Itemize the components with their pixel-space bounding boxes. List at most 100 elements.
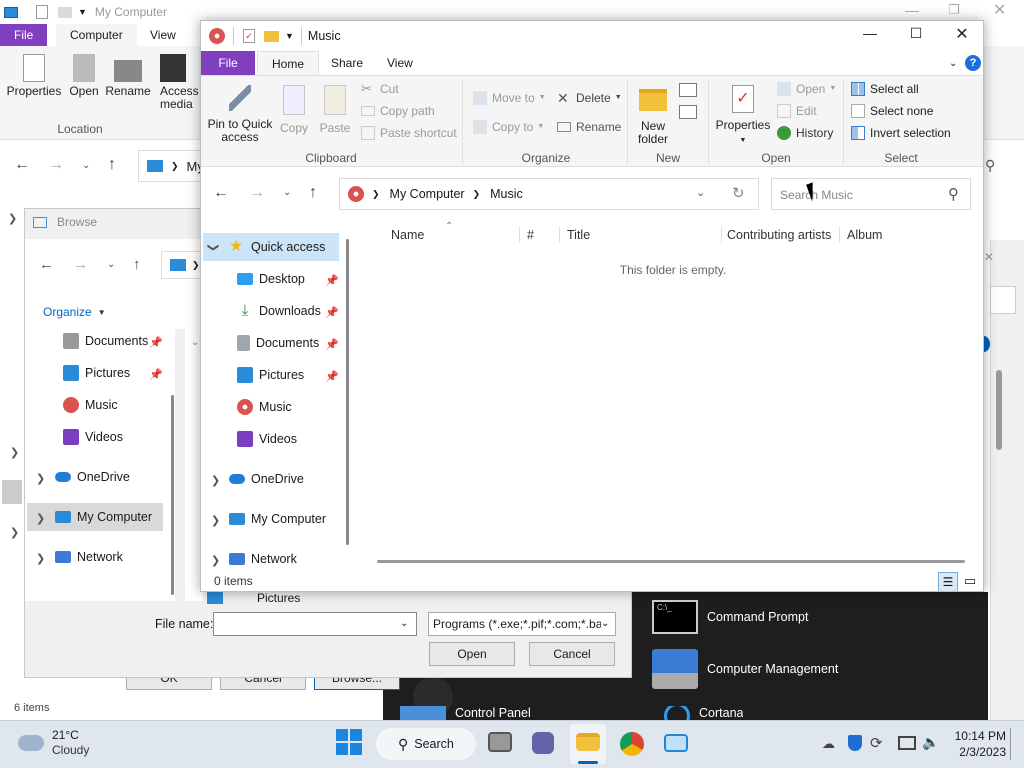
- column-title[interactable]: Title: [567, 221, 590, 249]
- minimize-icon[interactable]: —: [847, 25, 893, 41]
- recent-locations-icon[interactable]: ⌄: [283, 187, 291, 198]
- help-icon[interactable]: ?: [965, 55, 981, 71]
- browse-nav-network[interactable]: Network: [55, 542, 123, 572]
- up-icon[interactable]: ↑: [309, 184, 317, 202]
- task-view-icon[interactable]: [488, 732, 512, 752]
- chevron-down-icon[interactable]: ⌄: [601, 613, 615, 635]
- bg-minimize-icon[interactable]: —: [905, 2, 919, 18]
- browse-back-icon[interactable]: ←: [39, 256, 54, 273]
- history-button[interactable]: History: [777, 123, 833, 143]
- browse-open-button[interactable]: Open: [429, 642, 515, 666]
- file-type-select[interactable]: Programs (*.exe;*.pif;*.com;*.ba ⌄: [428, 612, 616, 636]
- bg-close-icon[interactable]: ✕: [993, 0, 1006, 20]
- bg-back-icon[interactable]: ←: [14, 156, 30, 174]
- bg-tab-computer[interactable]: Computer: [56, 24, 137, 46]
- app-icon[interactable]: [664, 734, 688, 752]
- bg-tab-file[interactable]: File: [0, 24, 48, 46]
- bg-open-button[interactable]: Open: [64, 54, 104, 98]
- bg-tab-view[interactable]: View: [136, 24, 190, 46]
- pin-to-quick-access-button[interactable]: Pin to Quick access: [205, 85, 275, 144]
- chrome-icon[interactable]: [620, 732, 644, 756]
- taskbar-search-button[interactable]: ⚲ Search: [376, 728, 476, 760]
- file-list[interactable]: ⌃ Name # Title Contributing artists Albu…: [357, 221, 977, 569]
- tab-home[interactable]: Home: [257, 51, 320, 76]
- clock-date[interactable]: 2/3/2023: [954, 744, 1006, 760]
- tab-view[interactable]: View: [373, 51, 427, 76]
- column-album[interactable]: Album: [847, 221, 882, 249]
- properties-icon[interactable]: ✓: [243, 29, 255, 43]
- browse-nav-onedrive[interactable]: OneDrive: [55, 462, 130, 492]
- nav-network[interactable]: Network: [229, 544, 297, 574]
- pin-icon[interactable]: 📌: [325, 274, 339, 287]
- tab-share[interactable]: Share: [317, 51, 377, 76]
- bg-recent-icon[interactable]: ⌄: [82, 160, 90, 171]
- cut-button[interactable]: ✂ Cut: [361, 79, 399, 99]
- expand-my-computer-icon[interactable]: ❯: [211, 514, 220, 527]
- customize-toolbar-icon[interactable]: ▼: [285, 31, 294, 41]
- new-folder-icon[interactable]: [264, 30, 279, 42]
- nav-pictures[interactable]: Pictures: [237, 360, 304, 390]
- pin-icon[interactable]: 📌: [325, 338, 339, 351]
- move-to-button[interactable]: Move to ▼: [473, 88, 546, 108]
- weather-widget[interactable]: 21°C Cloudy: [18, 728, 89, 758]
- browse-nav-pictures[interactable]: Pictures: [63, 358, 130, 388]
- refresh-icon[interactable]: ↻: [732, 184, 745, 202]
- copy-to-button[interactable]: Copy to ▼: [473, 117, 544, 137]
- open-button[interactable]: Open ▼: [777, 79, 836, 99]
- bg-restore-icon[interactable]: ❐: [948, 2, 960, 18]
- search-input[interactable]: Search Music ⚲: [771, 178, 971, 210]
- nav-downloads[interactable]: ⤓ Downloads: [237, 296, 321, 326]
- close-icon[interactable]: ✕: [939, 24, 983, 44]
- forward-icon[interactable]: →: [249, 184, 265, 202]
- start-item-cortana[interactable]: Cortana: [664, 706, 743, 720]
- sync-icon[interactable]: ⟳: [870, 734, 883, 752]
- nav-documents[interactable]: Documents: [237, 328, 319, 358]
- invert-selection-button[interactable]: Invert selection: [851, 123, 951, 143]
- nav-desktop[interactable]: Desktop: [237, 264, 305, 294]
- chevron-down-icon[interactable]: ⌄: [400, 618, 408, 629]
- column-contributing-artists[interactable]: Contributing artists: [727, 221, 831, 249]
- volume-icon[interactable]: 🔈: [922, 734, 939, 751]
- bg-up-icon[interactable]: ↑: [108, 156, 116, 174]
- start-item-control-panel[interactable]: Control Panel: [400, 706, 531, 720]
- nav-my-computer[interactable]: My Computer: [229, 504, 326, 534]
- expand-network-icon[interactable]: ❯: [211, 554, 220, 567]
- browse-recent-icon[interactable]: ⌄: [107, 259, 115, 270]
- horizontal-scrollbar[interactable]: [377, 560, 965, 563]
- browse-nav-documents[interactable]: Documents: [63, 326, 148, 356]
- select-none-button[interactable]: Select none: [851, 101, 933, 121]
- pin-icon[interactable]: 📌: [149, 368, 163, 381]
- display-icon[interactable]: [898, 736, 916, 750]
- new-folder-button[interactable]: New folder: [633, 85, 673, 146]
- teams-chat-icon[interactable]: [532, 732, 554, 754]
- properties-button[interactable]: ✓ Properties ▼: [715, 85, 771, 147]
- column-name[interactable]: Name: [391, 221, 424, 249]
- bg-access-media-button[interactable]: Access media: [160, 54, 200, 111]
- network-offline-icon[interactable]: ☁: [822, 736, 835, 752]
- browse-nav-videos[interactable]: Videos: [63, 422, 123, 452]
- browse-cancel-button[interactable]: Cancel: [529, 642, 615, 666]
- bg-search-icon[interactable]: ⚲: [985, 157, 995, 174]
- back-icon[interactable]: ←: [213, 184, 229, 202]
- breadcrumb-music[interactable]: Music: [490, 187, 523, 201]
- expand-quick-access-icon[interactable]: ❯: [207, 243, 220, 252]
- nav-onedrive[interactable]: OneDrive: [229, 464, 304, 494]
- breadcrumb-my-computer[interactable]: My Computer: [390, 187, 465, 201]
- maximize-icon[interactable]: ☐: [893, 25, 939, 42]
- column-number[interactable]: #: [527, 221, 534, 249]
- pin-icon[interactable]: 📌: [325, 306, 339, 319]
- bg-forward-icon[interactable]: →: [48, 156, 64, 174]
- collapse-ribbon-icon[interactable]: ⌄: [949, 58, 957, 69]
- bg-rename-button[interactable]: Rename: [104, 54, 152, 98]
- delete-button[interactable]: ✕ Delete ▼: [557, 88, 622, 108]
- copy-button[interactable]: Copy: [277, 85, 311, 135]
- address-dropdown-icon[interactable]: ⌄: [696, 186, 705, 199]
- browse-nav-music[interactable]: Music: [63, 390, 118, 420]
- browse-up-icon[interactable]: ↑: [133, 256, 141, 273]
- edit-button[interactable]: Edit: [777, 101, 817, 121]
- nav-music[interactable]: Music: [237, 392, 292, 422]
- search-icon[interactable]: ⚲: [948, 185, 959, 203]
- windows-start-icon[interactable]: [336, 729, 362, 755]
- new-item-icon[interactable]: [679, 83, 697, 97]
- browse-organize-button[interactable]: Organize ▼: [43, 301, 106, 323]
